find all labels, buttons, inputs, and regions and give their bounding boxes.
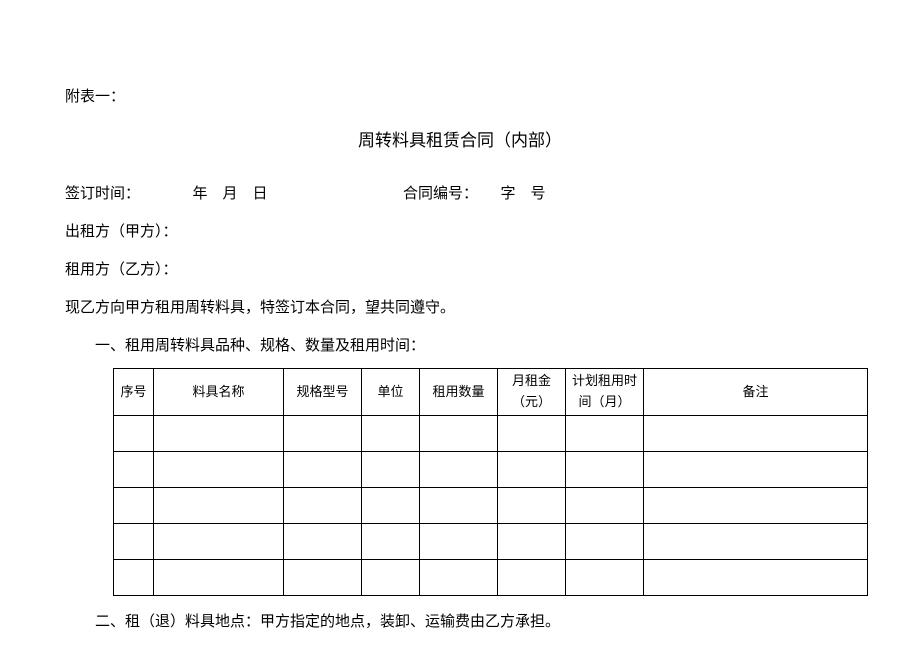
party-b-line: 租用方（乙方）： <box>65 258 855 282</box>
intro-text: 现乙方向甲方租用周转料具，特签订本合同，望共同遵守。 <box>65 296 855 320</box>
table-row <box>114 487 868 523</box>
table-row <box>114 415 868 451</box>
th-qty: 租用数量 <box>420 369 498 416</box>
signing-time-value: 年 月 日 <box>193 186 268 202</box>
attachment-label: 附表一： <box>65 85 855 109</box>
th-remark: 备注 <box>644 369 868 416</box>
th-seq: 序号 <box>114 369 154 416</box>
th-rent: 月租金（元） <box>498 369 566 416</box>
th-time: 计划租用时间（月） <box>566 369 644 416</box>
section-two-text: 二、租（退）料具地点：甲方指定的地点，装卸、运输费由乙方承担。 <box>65 610 855 634</box>
document-title: 周转料具租赁合同（内部） <box>65 127 855 154</box>
party-a-line: 出租方（甲方）： <box>65 220 855 244</box>
materials-table: 序号 料具名称 规格型号 单位 租用数量 月租金（元） 计划租用时间（月） 备注 <box>113 368 868 596</box>
table-row <box>114 523 868 559</box>
section-one-heading: 一、租用周转料具品种、规格、数量及租用时间： <box>65 334 855 358</box>
signing-contract-line: 签订时间： 年 月 日 合同编号： 字 号 <box>65 182 855 206</box>
signing-time-label: 签订时间： <box>65 186 140 202</box>
table-header-row: 序号 料具名称 规格型号 单位 租用数量 月租金（元） 计划租用时间（月） 备注 <box>114 369 868 416</box>
th-unit: 单位 <box>362 369 420 416</box>
table-row <box>114 559 868 595</box>
contract-no-value: 字 号 <box>501 186 546 202</box>
th-name: 料具名称 <box>154 369 284 416</box>
th-spec: 规格型号 <box>284 369 362 416</box>
contract-no-label: 合同编号： <box>403 186 478 202</box>
table-row <box>114 451 868 487</box>
